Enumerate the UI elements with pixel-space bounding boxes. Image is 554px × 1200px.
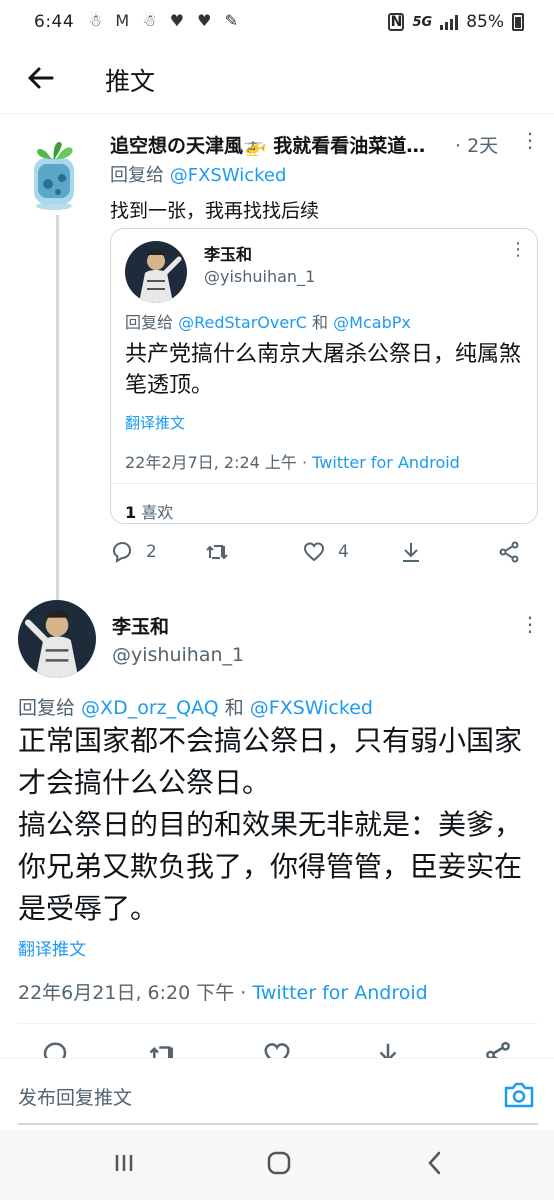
quoted-reply-to-line: 回复给 @RedStarOverC 和 @McabPx xyxy=(125,309,411,333)
heart-icon[interactable] xyxy=(262,1040,292,1058)
share-icon[interactable] xyxy=(483,1040,513,1058)
main-tweet-text: 正常国家都不会搞公祭日，只有弱小国家才会搞什么公祭日。 搞公祭日的目的和效果无非… xyxy=(18,724,523,925)
quoted-translate-link[interactable]: 翻译推文 xyxy=(125,412,185,433)
quoted-like-count[interactable]: 1 喜欢 xyxy=(125,499,173,523)
quoted-divider xyxy=(111,483,537,484)
top-app-bar: 推文 xyxy=(0,50,554,114)
retweet-action[interactable] xyxy=(205,540,229,564)
quoted-handle[interactable]: @yishuihan_1 xyxy=(204,267,315,286)
comment-icon xyxy=(112,541,132,563)
quoted-time-text: 22年2月7日, 2:24 上午 · xyxy=(125,453,313,472)
share-icon xyxy=(499,541,519,563)
quoted-text: 共产党搞什么南京大屠杀公祭日，纯属煞笔透顶。 xyxy=(125,342,522,398)
main-source-link[interactable]: Twitter for Android xyxy=(252,982,427,1004)
main-more-options-icon[interactable]: ⋮ xyxy=(520,612,540,636)
avatar-main-user[interactable] xyxy=(18,600,96,678)
download-icon xyxy=(403,543,419,562)
notification-icons: ☃ M ☃ ♥ ♥ ✎ xyxy=(88,11,243,30)
quoted-timestamp: 22年2月7日, 2:24 上午 · Twitter for Android xyxy=(125,449,460,473)
recents-icon[interactable] xyxy=(104,1148,144,1182)
reply-text: 找到一张，我再找找后续 xyxy=(110,200,320,222)
more-options-icon[interactable]: ⋮ xyxy=(520,128,540,152)
back-arrow-icon[interactable] xyxy=(24,62,60,98)
quoted-like-number: 1 xyxy=(125,503,137,522)
main-reply-handle-1[interactable]: @XD_orz_QAQ xyxy=(81,697,219,719)
home-icon[interactable] xyxy=(259,1148,299,1182)
reply-to-prefix: 回复给 xyxy=(110,165,170,186)
avatar-reply-user[interactable] xyxy=(22,132,88,212)
main-translate-link[interactable]: 翻译推文 xyxy=(18,935,86,960)
retweet-icon xyxy=(206,545,228,560)
reply-count: 2 xyxy=(146,542,157,562)
main-divider xyxy=(18,1023,538,1024)
comment-icon[interactable] xyxy=(40,1040,70,1058)
share-action[interactable] xyxy=(497,540,521,564)
system-navigation-bar xyxy=(0,1130,554,1200)
retweet-icon[interactable] xyxy=(148,1040,178,1058)
main-display-name[interactable]: 李玉和 xyxy=(112,612,169,639)
main-reply-prefix: 回复给 xyxy=(18,697,82,719)
quoted-reply-prefix: 回复给 xyxy=(125,313,179,332)
reply-input[interactable]: 发布回复推文 xyxy=(18,1083,132,1110)
avatar-quoted-user[interactable] xyxy=(125,241,187,303)
camera-icon[interactable] xyxy=(502,1079,536,1111)
status-time: 6:44 xyxy=(34,12,75,32)
page-title: 推文 xyxy=(105,67,156,96)
quoted-reply-handle-2[interactable]: @McabPx xyxy=(333,313,411,332)
reply-action[interactable]: 2 xyxy=(110,540,157,564)
reply-action-bar: 2 4 xyxy=(0,540,554,570)
quoted-more-options-icon[interactable]: ⋮ xyxy=(509,239,527,260)
quoted-like-label: 喜欢 xyxy=(136,503,174,522)
main-handle[interactable]: @yishuihan_1 xyxy=(112,644,244,666)
back-icon[interactable] xyxy=(415,1148,455,1182)
nfc-icon: N xyxy=(388,13,405,31)
signal-icon xyxy=(440,14,459,30)
reply-display-name[interactable]: 追空想の天津風🚁 我就看看油菜道… xyxy=(110,131,450,158)
reply-age: · 2天 xyxy=(455,135,499,157)
quoted-reply-joiner: 和 xyxy=(306,313,334,332)
battery-percent: 85% xyxy=(466,12,504,32)
reply-to-handle[interactable]: @FXSWicked xyxy=(170,165,287,186)
quoted-display-name[interactable]: 李玉和 xyxy=(204,241,252,265)
heart-icon xyxy=(303,542,325,562)
reply-to-line: 回复给 @FXSWicked xyxy=(110,161,286,187)
battery-icon xyxy=(512,13,524,31)
compose-underline xyxy=(18,1123,538,1125)
status-bar: 6:44 ☃ M ☃ ♥ ♥ ✎ N 5G 85% xyxy=(0,0,554,50)
status-right: N 5G 85% xyxy=(388,12,524,32)
main-reply-joiner: 和 xyxy=(218,697,250,719)
main-action-bar xyxy=(0,1038,554,1058)
quoted-source-link[interactable]: Twitter for Android xyxy=(312,453,460,472)
like-count: 4 xyxy=(338,542,349,562)
network-type: 5G xyxy=(412,14,433,30)
compose-reply-bar[interactable]: 发布回复推文 xyxy=(0,1058,554,1130)
main-reply-handle-2[interactable]: @FXSWicked xyxy=(250,697,373,719)
quoted-reply-handle-1[interactable]: @RedStarOverC xyxy=(178,313,307,332)
main-timestamp: 22年6月21日, 6:20 下午 · Twitter for Android xyxy=(18,978,428,1005)
download-icon[interactable] xyxy=(373,1040,403,1058)
main-time-text: 22年6月21日, 6:20 下午 · xyxy=(18,982,253,1004)
main-reply-to-line: 回复给 @XD_orz_QAQ 和 @FXSWicked xyxy=(18,693,373,720)
quoted-tweet-card[interactable]: 李玉和 @yishuihan_1 ⋮ 回复给 @RedStarOverC 和 @… xyxy=(110,228,538,524)
like-action[interactable]: 4 xyxy=(302,540,349,564)
bookmark-action[interactable] xyxy=(399,540,423,564)
